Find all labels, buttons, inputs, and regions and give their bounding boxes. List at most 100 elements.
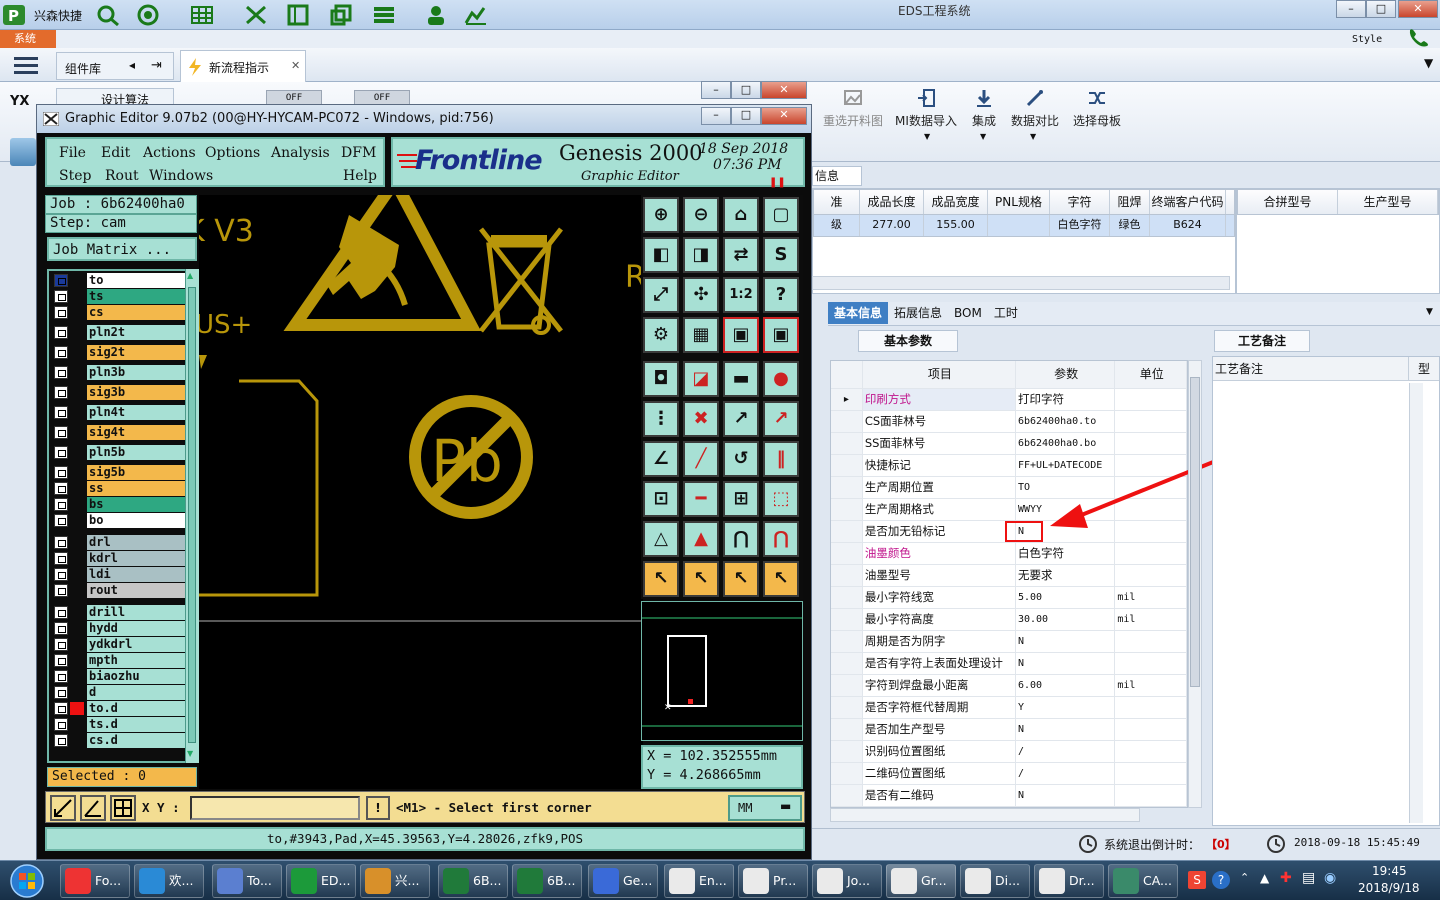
tab-basic-params[interactable]: 基本参数 — [858, 330, 958, 352]
param-row[interactable]: 周期是否为阴字 N — [831, 631, 1187, 653]
move-icon[interactable]: ⊡ — [643, 481, 679, 517]
layer-checkbox[interactable] — [54, 274, 68, 287]
layer-name[interactable]: ydkdrl — [87, 637, 195, 652]
param-value[interactable]: 5.00 — [1016, 587, 1116, 608]
layer-name[interactable]: sig4t — [87, 425, 195, 440]
flip-icon[interactable]: ⇄ — [723, 237, 759, 273]
line-h-icon[interactable]: ━ — [683, 481, 719, 517]
layer-checkbox[interactable] — [54, 670, 68, 683]
tray-date[interactable]: 2018/9/18 — [1358, 881, 1420, 895]
layer-row[interactable]: drill — [51, 605, 195, 620]
maximize-button[interactable]: □ — [731, 107, 761, 125]
layer-checkbox[interactable] — [54, 346, 68, 359]
layer-checkbox[interactable] — [54, 622, 68, 635]
table-icon[interactable] — [190, 4, 214, 26]
list-icon[interactable] — [372, 4, 396, 26]
param-row[interactable]: 二维码位置图纸 / — [831, 763, 1187, 785]
scroll-thumb[interactable] — [1190, 377, 1200, 687]
layer-checkbox[interactable] — [54, 686, 68, 699]
grid-column-header[interactable]: 成品长度 — [860, 190, 924, 214]
film-icon[interactable] — [286, 4, 310, 26]
maximize-button[interactable]: □ — [731, 81, 761, 99]
calculator-icon[interactable] — [10, 138, 36, 166]
subtab-item[interactable]: 工时 — [988, 302, 1024, 324]
layer-row[interactable]: biaozhu — [51, 669, 195, 684]
param-row[interactable]: 是否加生产型号 N — [831, 719, 1187, 741]
minimize-button[interactable]: – — [1336, 0, 1366, 18]
parallel-icon[interactable]: ‖ — [763, 441, 799, 477]
layer-name[interactable]: mpth — [87, 653, 195, 668]
triangle-up-icon[interactable]: ▲ — [683, 521, 719, 557]
select-alt-icon[interactable]: ↖ — [683, 561, 719, 597]
param-row[interactable]: 是否有二维码 N — [831, 785, 1187, 807]
layer-name[interactable]: sig3b — [87, 385, 195, 400]
layer-row[interactable]: ydkdrl — [51, 637, 195, 652]
menu-edit[interactable]: Edit — [101, 145, 130, 161]
job-matrix-button[interactable]: Job Matrix ... — [47, 237, 197, 261]
layer-row[interactable]: sig5b — [51, 465, 195, 480]
layer-checkbox[interactable] — [54, 498, 68, 511]
menu-rout[interactable]: Rout — [105, 168, 139, 184]
reselect-cutting-button[interactable]: 重选开料图 — [822, 82, 884, 142]
param-row[interactable]: 是否有字符上表面处理设计 N — [831, 653, 1187, 675]
layer-checkbox[interactable] — [54, 718, 68, 731]
layer-name[interactable]: ts — [87, 289, 195, 304]
layer-row[interactable]: d — [51, 685, 195, 700]
layer-name[interactable]: kdrl — [87, 551, 195, 566]
arch-alt-icon[interactable]: ⋂ — [763, 521, 799, 557]
system-menu[interactable]: 系统 — [0, 30, 56, 48]
select-motherboard-button[interactable]: 选择母板 — [1070, 82, 1124, 142]
measure-icon[interactable]: ⚙ — [643, 317, 679, 353]
grid-row[interactable]: 级 277.00 155.00 白色字符 绿色 B624 — [813, 215, 1235, 237]
taskbar-item[interactable]: To... — [212, 864, 282, 898]
layer-checkbox[interactable] — [54, 734, 68, 747]
param-value[interactable]: / — [1016, 763, 1116, 784]
horizontal-scrollbar[interactable] — [812, 276, 1230, 290]
close-button[interactable]: ✕ — [761, 107, 807, 125]
pause-icon[interactable]: ❚❚ — [769, 177, 786, 188]
param-value[interactable]: 白色字符 — [1016, 543, 1116, 564]
taskbar-item[interactable]: CA... — [1108, 864, 1178, 898]
menu-step[interactable]: Step — [59, 168, 91, 184]
layer-name[interactable]: sig2t — [87, 345, 195, 360]
pan-left-icon[interactable]: ◧ — [643, 237, 679, 273]
angle-icon[interactable] — [80, 795, 106, 821]
close-button[interactable]: ✕ — [1398, 0, 1438, 18]
layer-name[interactable]: cs.d — [87, 733, 195, 748]
line-icon[interactable]: ∠ — [643, 441, 679, 477]
layer-row[interactable]: pln4t — [51, 405, 195, 420]
volume-icon[interactable]: ◉ — [1324, 870, 1336, 886]
style-label[interactable]: Style — [1352, 34, 1382, 45]
taskbar-item[interactable]: 兴... — [360, 864, 430, 898]
zoom-out-icon[interactable]: ⊖ — [683, 197, 719, 233]
layer-row[interactable]: mpth — [51, 653, 195, 668]
net-select-icon[interactable]: ▣ — [763, 317, 799, 353]
param-value[interactable]: 6b62400ha0.to — [1016, 411, 1116, 432]
tab-new-flow[interactable]: 新流程指示 ✕ — [180, 50, 306, 82]
layer-name[interactable]: pln2t — [87, 325, 195, 340]
dropdown-arrow-icon[interactable]: ▼ — [1426, 307, 1433, 317]
polygon-icon[interactable]: ◪ — [683, 361, 719, 397]
param-row[interactable]: ▸ 印刷方式 打印字符 — [831, 389, 1187, 411]
dropdown-arrow-icon[interactable]: ▼ — [980, 132, 986, 141]
layer-name[interactable]: cs — [87, 305, 195, 320]
taskbar-item[interactable]: ED... — [286, 864, 356, 898]
search-icon[interactable] — [96, 4, 120, 26]
layer-row[interactable]: hydd — [51, 621, 195, 636]
scroll-thumb[interactable] — [188, 287, 196, 743]
tray-flag-icon[interactable]: ✚ — [1280, 870, 1292, 886]
layer-name[interactable]: drill — [87, 605, 195, 620]
param-row[interactable]: 油墨型号 无要求 — [831, 565, 1187, 587]
param-value[interactable]: Y — [1016, 697, 1116, 718]
layer-row[interactable]: pln2t — [51, 325, 195, 340]
layer-name[interactable]: drl — [87, 535, 195, 550]
grid-icon[interactable]: ▦ — [683, 317, 719, 353]
viewport-rect[interactable] — [667, 635, 707, 707]
vertical-scrollbar[interactable] — [1409, 383, 1423, 823]
xy-input[interactable] — [190, 796, 360, 820]
dropdown-arrow-icon[interactable]: ▼ — [1030, 132, 1036, 141]
zoom-in-icon[interactable]: ⊕ — [643, 197, 679, 233]
layer-row[interactable]: cs.d — [51, 733, 195, 748]
param-row[interactable]: 识别码位置图纸 / — [831, 741, 1187, 763]
param-row[interactable]: 字符到焊盘最小距离 6.00 mil — [831, 675, 1187, 697]
